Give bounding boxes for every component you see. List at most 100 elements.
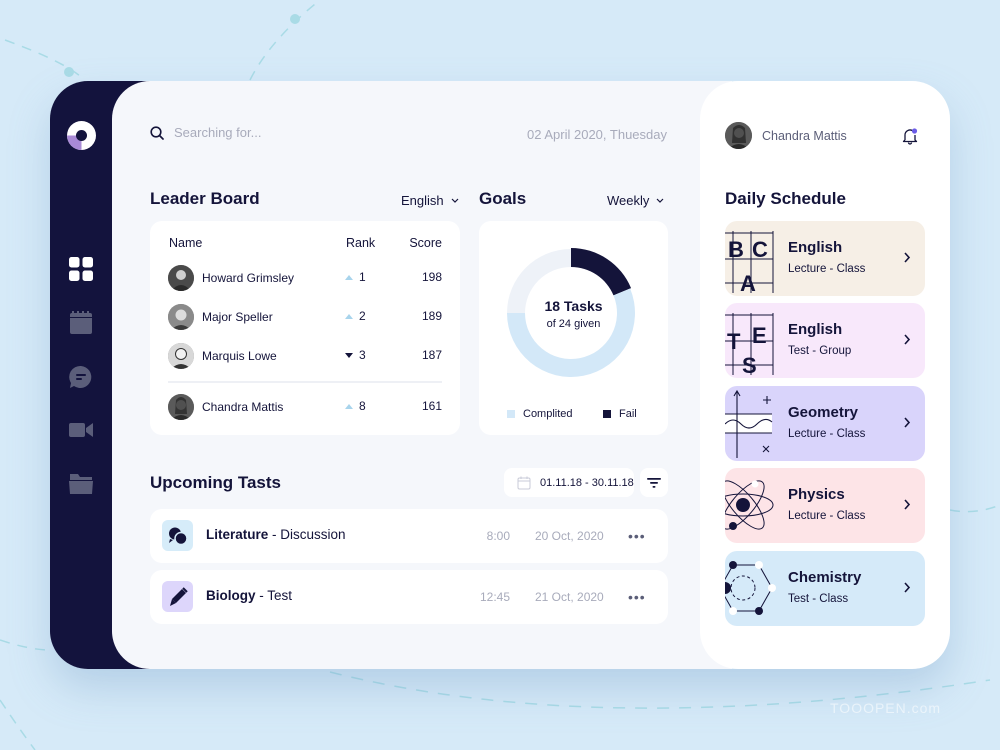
schedule-subtitle: Lecture - Class: [788, 263, 866, 275]
schedule-item-english-lecture[interactable]: B C A English Lecture - Class: [725, 221, 925, 296]
task-date: 20 Oct, 2020: [535, 529, 604, 543]
svg-text:B: B: [728, 237, 744, 262]
task-date: 21 Oct, 2020: [535, 590, 604, 604]
grid-icon: [69, 257, 93, 281]
donut-segment-fail: [571, 248, 632, 296]
folder-icon: [69, 474, 93, 494]
sidebar-item-dashboard[interactable]: [68, 256, 94, 282]
goals-period-dropdown[interactable]: Weekly: [607, 193, 664, 208]
user-name: Chandra Mattis: [762, 128, 847, 143]
player-score: 189: [421, 309, 442, 323]
chat-bubbles-icon: [168, 527, 188, 545]
avatar: [168, 343, 194, 369]
filter-button[interactable]: [640, 468, 668, 497]
svg-text:C: C: [752, 237, 768, 262]
leaderboard-title: Leader Board: [150, 189, 260, 208]
more-options-icon[interactable]: •••: [628, 528, 646, 544]
current-date: 02 April 2020, Thuesday: [527, 127, 667, 142]
sidebar-item-calendar[interactable]: [68, 310, 94, 336]
player-rank: 2: [345, 309, 366, 323]
filter-icon: [647, 477, 661, 488]
legend-swatch: [603, 410, 611, 418]
player-score: 161: [421, 399, 442, 413]
legend-item-complited: Complited: [507, 408, 573, 420]
date-range-value: 01.11.18 - 30.11.18: [540, 476, 634, 489]
search-input[interactable]: [174, 125, 374, 140]
graph-icon: [725, 389, 773, 458]
column-header-name: Name: [169, 236, 203, 250]
atom-icon: [725, 480, 774, 530]
svg-text:S: S: [742, 353, 757, 378]
schedule-subtitle: Lecture - Class: [788, 510, 866, 522]
schedule-item-english-test[interactable]: T E S English Test - Group: [725, 303, 925, 378]
task-row[interactable]: Biology - Test 12:45 21 Oct, 2020 •••: [150, 570, 668, 624]
svg-text:T: T: [727, 329, 741, 354]
search-icon: [150, 125, 164, 140]
player-name: Marquis Lowe: [202, 349, 277, 363]
search-bar: [150, 125, 374, 140]
daily-schedule-title: Daily Schedule: [725, 189, 846, 208]
leaderboard-card: Name Rank Score Howard Grimsley 1 198 Ma…: [150, 221, 460, 435]
chevron-down-icon: [656, 198, 664, 203]
svg-text:A: A: [740, 271, 756, 296]
schedule-item-physics[interactable]: Physics Lecture - Class: [725, 468, 925, 543]
player-name: Major Speller: [202, 310, 273, 324]
svg-text:E: E: [752, 323, 767, 348]
player-name: Chandra Mattis: [202, 400, 284, 414]
chevron-right-icon: [904, 417, 911, 428]
leaderboard-row[interactable]: Major Speller 2 189: [150, 302, 460, 332]
watermark: TOOOPEN.com: [830, 700, 942, 716]
notification-dot: [911, 128, 918, 134]
schedule-title: Physics: [788, 486, 845, 503]
schedule-title: Geometry: [788, 404, 859, 421]
task-row[interactable]: Literature - Discussion 8:00 20 Oct, 202…: [150, 509, 668, 563]
player-rank: 8: [345, 399, 366, 413]
trend-up-icon: [345, 274, 353, 280]
leaderboard-subject-dropdown[interactable]: English: [401, 193, 459, 208]
donut-center-subtitle: of 24 given: [546, 318, 601, 330]
column-header-score: Score: [409, 236, 442, 250]
divider: [168, 381, 442, 383]
sidebar-item-video[interactable]: [68, 417, 94, 443]
chevron-right-icon: [904, 499, 911, 510]
letters-tes-icon: T E S: [725, 313, 774, 378]
pen-icon: [169, 586, 188, 606]
sidebar-item-files[interactable]: [68, 470, 94, 496]
column-header-rank: Rank: [346, 236, 376, 250]
schedule-subtitle: Lecture - Class: [788, 428, 866, 440]
legend-swatch: [507, 410, 515, 418]
hexagon-molecule-icon: [725, 561, 776, 615]
task-title: Literature - Discussion: [206, 527, 346, 542]
schedule-item-geometry[interactable]: Geometry Lecture - Class: [725, 386, 925, 461]
player-score: 198: [421, 270, 442, 284]
notification-bell-icon[interactable]: [901, 127, 919, 145]
leaderboard-row[interactable]: Marquis Lowe 3 187: [150, 341, 460, 371]
chevron-right-icon: [904, 252, 911, 263]
chat-icon: [69, 365, 92, 388]
more-options-icon[interactable]: •••: [628, 589, 646, 605]
task-icon-box: [162, 581, 193, 612]
upcoming-tasks-title: Upcoming Tasts: [150, 473, 281, 492]
task-title: Biology - Test: [206, 588, 293, 603]
dropdown-value: English: [401, 193, 444, 208]
player-name: Howard Grimsley: [202, 271, 295, 285]
leaderboard-row[interactable]: Howard Grimsley 1 198: [150, 263, 460, 293]
schedule-title: Chemistry: [788, 569, 862, 586]
sidebar-item-messages[interactable]: [68, 364, 94, 390]
player-score: 187: [421, 348, 442, 362]
legend-item-fail: Fail: [603, 408, 637, 420]
leaderboard-row-current-user[interactable]: Chandra Mattis 8 161: [150, 392, 460, 422]
trend-up-icon: [345, 313, 353, 319]
task-time: 8:00: [486, 529, 510, 543]
schedule-subtitle: Test - Class: [788, 593, 849, 605]
player-rank: 3: [345, 348, 366, 362]
date-range-picker[interactable]: 01.11.18 - 30.11.18: [504, 468, 634, 497]
calendar-icon: [517, 476, 531, 489]
schedule-title: English: [788, 239, 843, 256]
chevron-right-icon: [904, 334, 911, 345]
trend-up-icon: [345, 403, 353, 409]
app-logo[interactable]: [67, 121, 96, 150]
user-profile[interactable]: Chandra Mattis: [725, 122, 847, 149]
schedule-item-chemistry[interactable]: Chemistry Test - Class: [725, 551, 925, 626]
calendar-icon: [70, 311, 92, 334]
